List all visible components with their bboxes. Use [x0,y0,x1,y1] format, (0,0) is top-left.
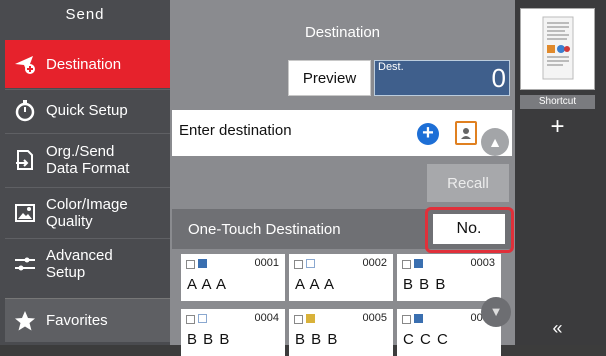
sidebar-item-label: Advanced Setup [46,247,113,281]
card-number: 0002 [362,257,387,269]
scroll-up-icon[interactable]: ▲ [481,128,509,156]
panel-title: Send [65,6,105,23]
one-touch-card[interactable]: 0003 B B B [397,254,501,301]
card-name: B B B [187,331,231,348]
sidebar-item-org-send-data-format[interactable]: Org./Send Data Format [5,136,170,184]
card-name: C C C [403,331,449,348]
sidebar-item-label: Destination [46,55,122,73]
star-icon [12,308,38,334]
card-name: A A A [187,276,228,293]
collapse-panel-button[interactable]: « [520,318,595,339]
destination-count: 0 [491,63,506,93]
add-shortcut-button[interactable]: + [520,113,595,141]
checkbox[interactable] [402,315,411,324]
number-button[interactable]: No. [433,214,505,244]
folder-icon [414,259,423,268]
favorites-label: Favorites [46,312,108,329]
one-touch-card[interactable]: 0005 B B B [289,309,393,356]
checkbox[interactable] [402,260,411,269]
divider [5,187,170,188]
card-number: 0001 [254,257,279,269]
folder-icon [198,259,207,268]
divider [5,238,170,239]
one-touch-card[interactable]: 0004 B B B [181,309,285,356]
favorites-button[interactable]: Favorites [5,298,170,342]
page-title: Destination [304,24,381,41]
card-name: A A A [295,276,336,293]
one-touch-card[interactable]: 0001 A A A [181,254,285,301]
checkbox[interactable] [294,260,303,269]
add-destination-icon[interactable]: + [417,123,439,145]
sidebar-item-advanced-setup[interactable]: Advanced Setup [5,241,170,287]
sidebar-item-label: Quick Setup [46,101,128,119]
destination-count-label: Dest. [378,61,404,73]
document-format-icon [12,147,38,173]
image-quality-icon [12,200,38,226]
settings-sliders-icon [12,251,38,277]
card-number: 0004 [254,312,279,324]
divider [5,133,170,134]
scroll-down-icon[interactable]: ▼ [481,297,511,327]
checkbox[interactable] [186,315,195,324]
sidebar-item-label: Org./Send Data Format [46,143,130,177]
sidebar-item-destination[interactable]: Destination [5,40,170,88]
email-icon [198,314,207,323]
fax-icon [306,314,315,323]
one-touch-card[interactable]: 0002 A A A [289,254,393,301]
preview-button[interactable]: Preview [288,60,371,96]
folder-icon [414,314,423,323]
card-number: 0005 [362,312,387,324]
checkbox[interactable] [186,260,195,269]
sidebar-item-label: Color/Image Quality [46,196,128,230]
send-destination-icon [12,51,38,77]
card-number: 0003 [470,257,495,269]
sidebar-item-quick-setup[interactable]: Quick Setup [5,90,170,130]
address-book-icon[interactable] [455,121,477,145]
card-name: B B B [403,276,447,293]
shortcut-label: Shortcut [520,95,595,109]
checkbox[interactable] [294,315,303,324]
one-touch-destination-label: One-Touch Destination [188,221,341,238]
document-preview-thumbnail[interactable] [520,8,595,90]
recall-button[interactable]: Recall [427,164,509,202]
email-icon [306,259,315,268]
enter-destination-label: Enter destination [179,122,292,139]
stopwatch-icon [12,97,38,123]
card-name: B B B [295,331,339,348]
sidebar-item-color-image-quality[interactable]: Color/Image Quality [5,190,170,236]
